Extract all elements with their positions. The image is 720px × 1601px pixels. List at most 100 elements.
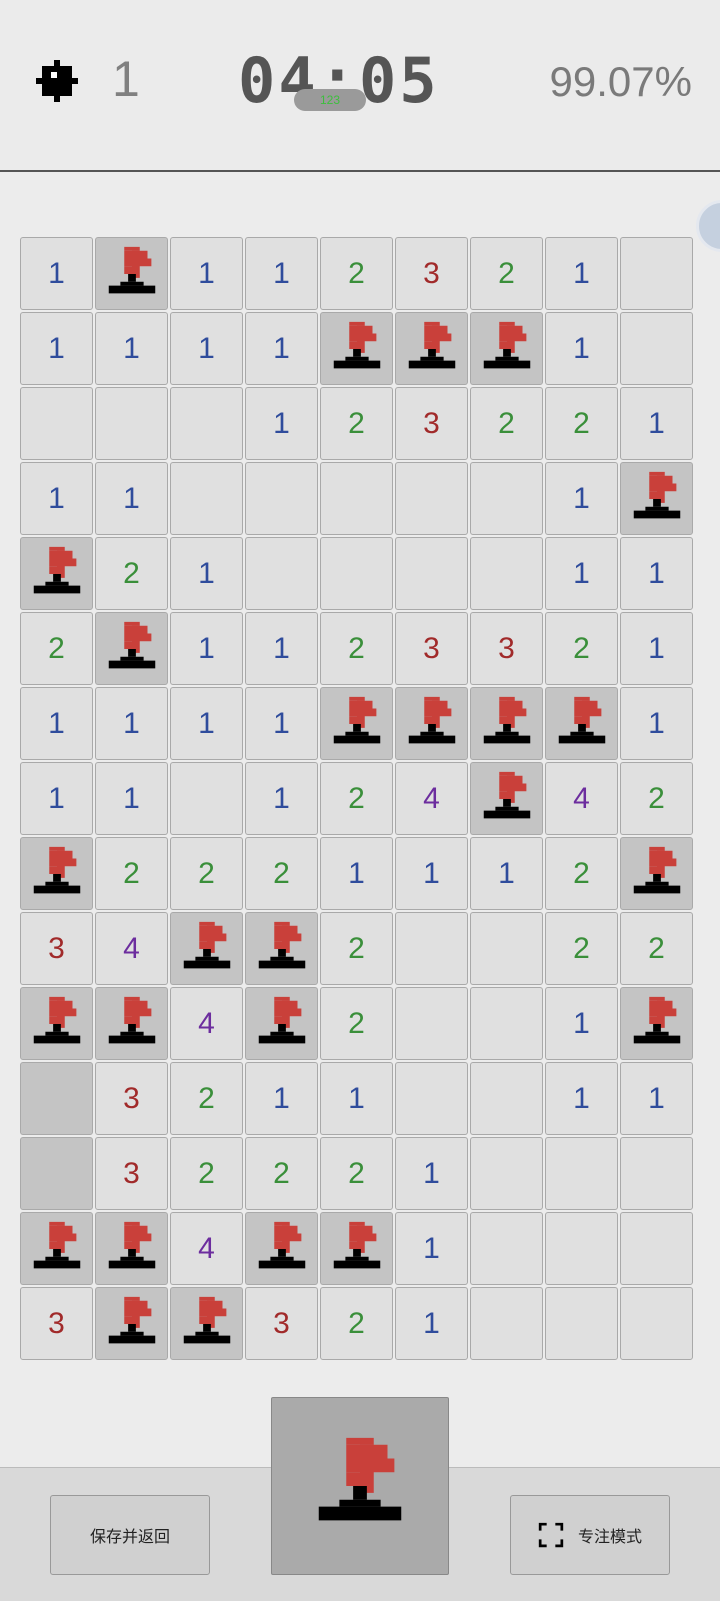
number-cell[interactable]: 2: [20, 612, 93, 685]
number-cell[interactable]: 1: [470, 837, 543, 910]
empty-cell[interactable]: [470, 462, 543, 535]
flagged-cell[interactable]: [470, 312, 543, 385]
number-cell[interactable]: 1: [20, 462, 93, 535]
flagged-cell[interactable]: [470, 687, 543, 760]
unrevealed-cell[interactable]: [20, 1062, 93, 1135]
number-cell[interactable]: 1: [245, 612, 318, 685]
number-cell[interactable]: 2: [170, 1062, 243, 1135]
empty-cell[interactable]: [470, 1287, 543, 1360]
number-cell[interactable]: 1: [20, 312, 93, 385]
empty-cell[interactable]: [620, 237, 693, 310]
flagged-cell[interactable]: [545, 687, 618, 760]
empty-cell[interactable]: [170, 762, 243, 835]
number-cell[interactable]: 1: [245, 237, 318, 310]
number-cell[interactable]: 2: [95, 537, 168, 610]
number-cell[interactable]: 1: [620, 687, 693, 760]
empty-cell[interactable]: [395, 912, 468, 985]
flagged-cell[interactable]: [170, 1287, 243, 1360]
number-cell[interactable]: 1: [20, 687, 93, 760]
number-cell[interactable]: 2: [545, 912, 618, 985]
flagged-cell[interactable]: [320, 687, 393, 760]
number-cell[interactable]: 3: [245, 1287, 318, 1360]
flagged-cell[interactable]: [20, 1212, 93, 1285]
number-cell[interactable]: 2: [95, 837, 168, 910]
number-cell[interactable]: 1: [245, 687, 318, 760]
number-cell[interactable]: 1: [395, 837, 468, 910]
flagged-cell[interactable]: [395, 312, 468, 385]
flagged-cell[interactable]: [620, 837, 693, 910]
number-cell[interactable]: 2: [170, 837, 243, 910]
number-cell[interactable]: 3: [20, 912, 93, 985]
number-cell[interactable]: 1: [545, 462, 618, 535]
flagged-cell[interactable]: [320, 312, 393, 385]
floating-assistant-icon[interactable]: [696, 200, 720, 252]
number-cell[interactable]: 1: [170, 537, 243, 610]
number-cell[interactable]: 2: [620, 762, 693, 835]
flagged-cell[interactable]: [170, 912, 243, 985]
number-cell[interactable]: 4: [170, 1212, 243, 1285]
number-cell[interactable]: 1: [620, 1062, 693, 1135]
number-cell[interactable]: 3: [395, 387, 468, 460]
number-cell[interactable]: 4: [95, 912, 168, 985]
flagged-cell[interactable]: [20, 837, 93, 910]
empty-cell[interactable]: [470, 1212, 543, 1285]
empty-cell[interactable]: [95, 387, 168, 460]
number-cell[interactable]: 2: [545, 387, 618, 460]
empty-cell[interactable]: [395, 987, 468, 1060]
number-cell[interactable]: 2: [320, 237, 393, 310]
flagged-cell[interactable]: [245, 987, 318, 1060]
number-cell[interactable]: 3: [95, 1062, 168, 1135]
number-cell[interactable]: 3: [20, 1287, 93, 1360]
number-cell[interactable]: 1: [395, 1212, 468, 1285]
number-cell[interactable]: 1: [20, 762, 93, 835]
empty-cell[interactable]: [20, 387, 93, 460]
number-cell[interactable]: 2: [170, 1137, 243, 1210]
flagged-cell[interactable]: [95, 987, 168, 1060]
flagged-cell[interactable]: [620, 462, 693, 535]
number-cell[interactable]: 2: [245, 1137, 318, 1210]
number-cell[interactable]: 1: [545, 987, 618, 1060]
empty-cell[interactable]: [470, 537, 543, 610]
number-cell[interactable]: 1: [20, 237, 93, 310]
empty-cell[interactable]: [320, 537, 393, 610]
number-cell[interactable]: 2: [245, 837, 318, 910]
number-cell[interactable]: 3: [95, 1137, 168, 1210]
empty-cell[interactable]: [620, 1212, 693, 1285]
timer-pill[interactable]: 123: [294, 89, 366, 111]
flagged-cell[interactable]: [95, 1212, 168, 1285]
number-cell[interactable]: 1: [245, 312, 318, 385]
number-cell[interactable]: 2: [320, 1137, 393, 1210]
flagged-cell[interactable]: [95, 237, 168, 310]
empty-cell[interactable]: [395, 1062, 468, 1135]
number-cell[interactable]: 1: [395, 1287, 468, 1360]
empty-cell[interactable]: [620, 1137, 693, 1210]
number-cell[interactable]: 1: [620, 537, 693, 610]
number-cell[interactable]: 2: [545, 612, 618, 685]
empty-cell[interactable]: [470, 1062, 543, 1135]
number-cell[interactable]: 2: [320, 1287, 393, 1360]
empty-cell[interactable]: [170, 462, 243, 535]
number-cell[interactable]: 1: [395, 1137, 468, 1210]
number-cell[interactable]: 1: [95, 762, 168, 835]
number-cell[interactable]: 2: [620, 912, 693, 985]
number-cell[interactable]: 2: [545, 837, 618, 910]
empty-cell[interactable]: [245, 537, 318, 610]
empty-cell[interactable]: [395, 462, 468, 535]
number-cell[interactable]: 1: [170, 237, 243, 310]
number-cell[interactable]: 1: [545, 1062, 618, 1135]
number-cell[interactable]: 1: [245, 1062, 318, 1135]
flagged-cell[interactable]: [95, 1287, 168, 1360]
empty-cell[interactable]: [545, 1287, 618, 1360]
empty-cell[interactable]: [395, 537, 468, 610]
empty-cell[interactable]: [320, 462, 393, 535]
number-cell[interactable]: 3: [470, 612, 543, 685]
number-cell[interactable]: 1: [95, 462, 168, 535]
empty-cell[interactable]: [470, 912, 543, 985]
number-cell[interactable]: 1: [95, 687, 168, 760]
number-cell[interactable]: 2: [320, 762, 393, 835]
number-cell[interactable]: 1: [545, 237, 618, 310]
flagged-cell[interactable]: [620, 987, 693, 1060]
flagged-cell[interactable]: [245, 1212, 318, 1285]
flagged-cell[interactable]: [20, 987, 93, 1060]
number-cell[interactable]: 2: [470, 387, 543, 460]
